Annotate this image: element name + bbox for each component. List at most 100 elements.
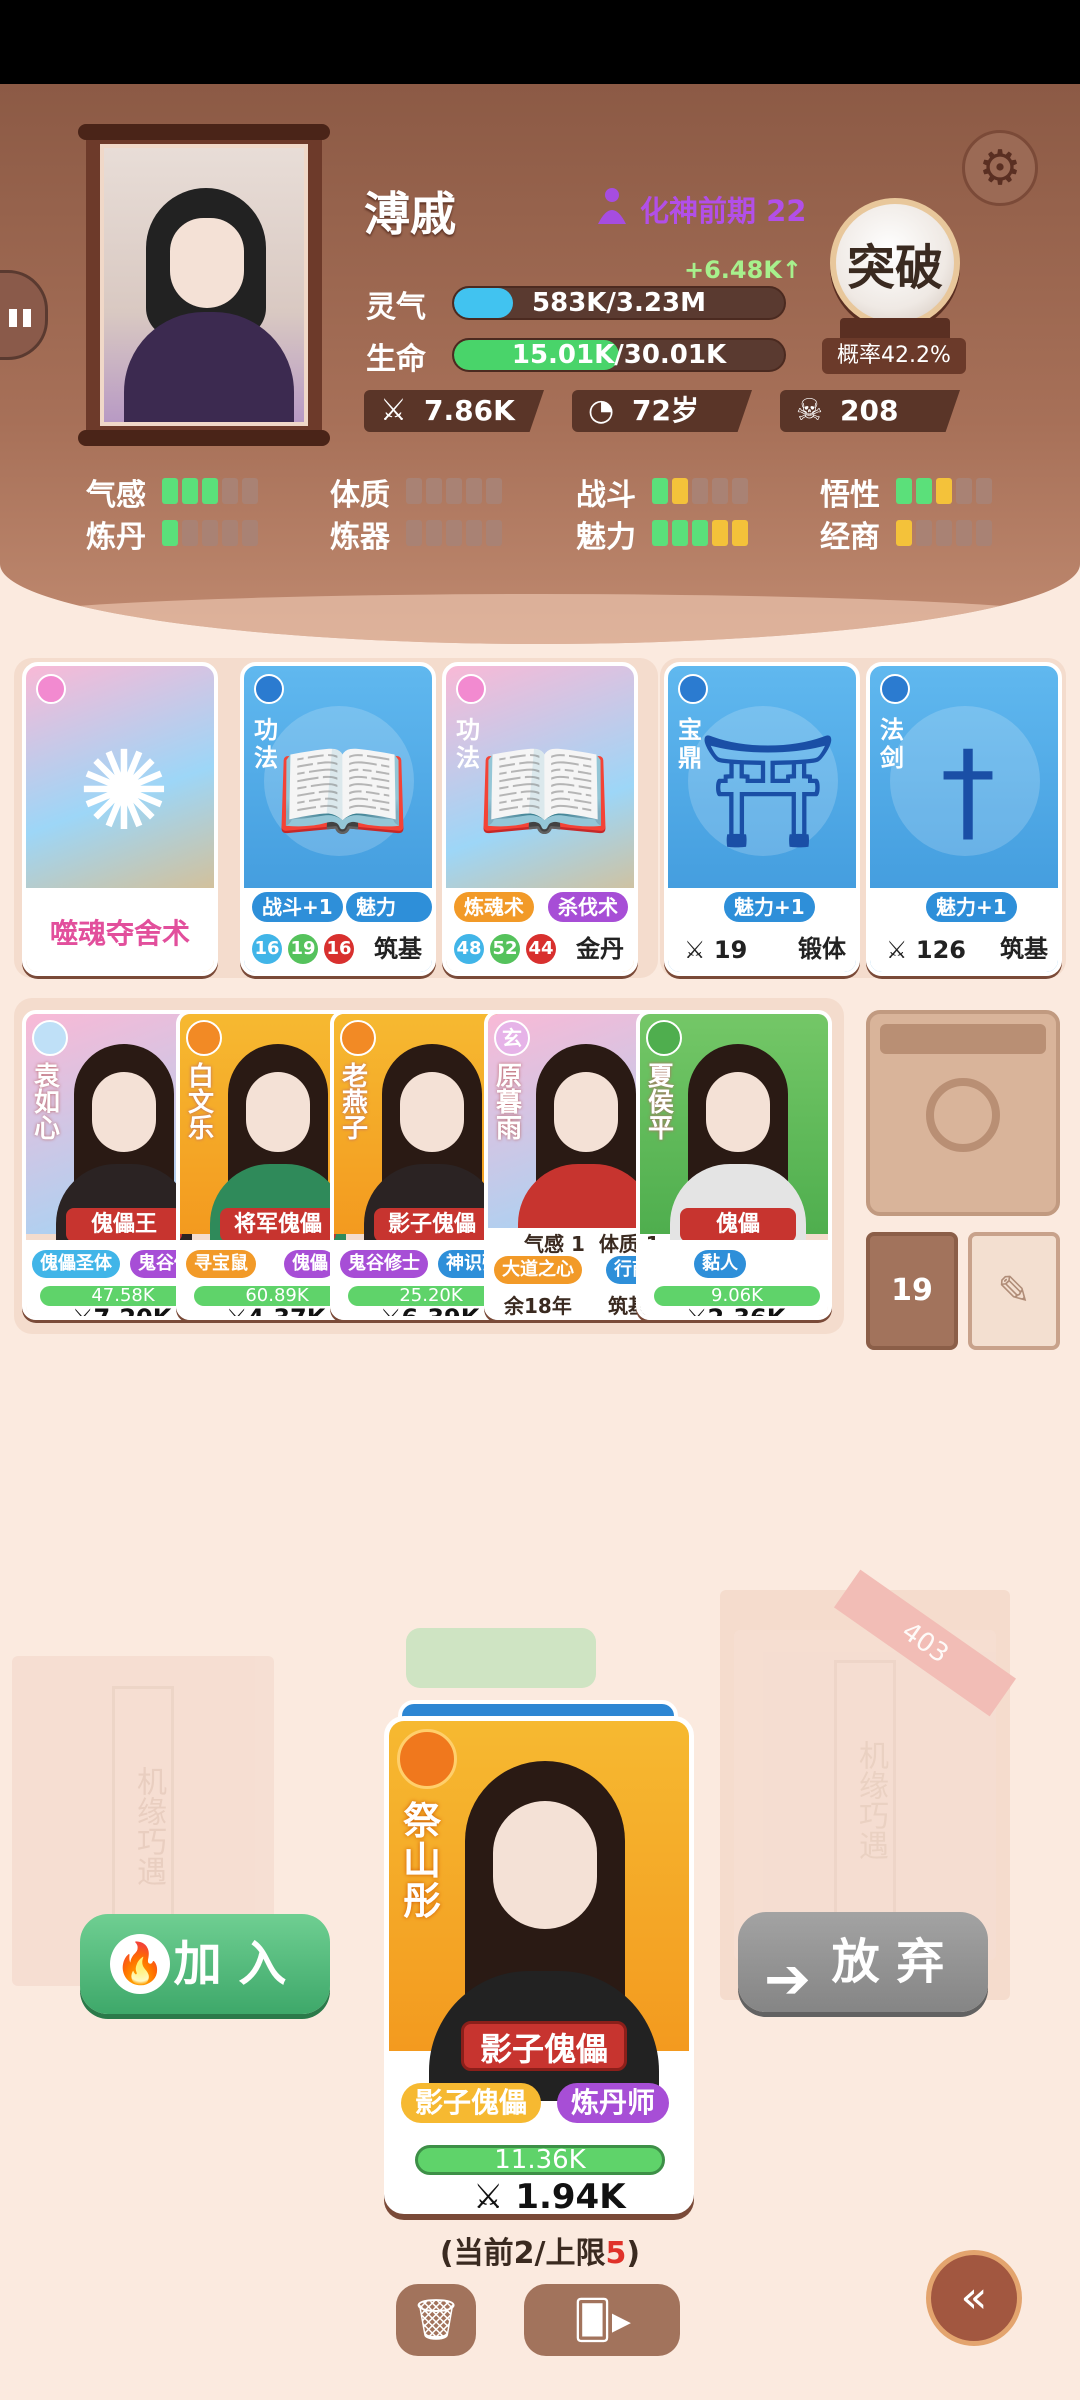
- arrow-right-icon: ➔: [764, 1947, 811, 2012]
- attribute-label: 战斗: [576, 478, 636, 513]
- equipment-card[interactable]: 宝鼎 ⛩ 魅力+1 ⚔ 19 锻体: [664, 662, 860, 976]
- attribute-pip: [486, 478, 502, 504]
- attribute-pip: [486, 520, 502, 546]
- skill-rank: 金丹: [576, 935, 624, 963]
- flame-icon: 🔥: [110, 1934, 170, 1994]
- card-limit: (当前2/上限5): [439, 2236, 641, 2271]
- spirit-gain: +6.48K↑: [684, 256, 803, 284]
- character-name: 白文乐: [188, 1062, 215, 1144]
- character-hp: 9.06K: [654, 1286, 820, 1306]
- breakthrough-rate: 概率42.2%: [822, 338, 966, 374]
- skill-card[interactable]: ✺ 噬魂夺舍术: [22, 662, 218, 976]
- breakthrough-button[interactable]: 突破: [830, 198, 960, 328]
- skill-name: 噬魂夺舍术: [49, 917, 190, 950]
- attribute-pip: [672, 520, 688, 546]
- character-power: ⚔7.20K: [72, 1304, 172, 1320]
- equipment-rank: 筑基: [1000, 935, 1048, 963]
- attribute-pip: [182, 520, 198, 546]
- attribute-pip: [976, 478, 992, 504]
- soul-flame-icon: ✺: [77, 727, 171, 855]
- draw-card[interactable]: 祭山彤 影子傀儡 影子傀儡 炼丹师 11.36K ⚔ 1.94K: [384, 1716, 694, 2214]
- character-role: 影子傀儡: [374, 1208, 490, 1242]
- skill-num: 16: [324, 934, 354, 964]
- character-card[interactable]: 夏侯平 傀儡 黏人 9.06K ⚔2.36K: [636, 1010, 832, 1320]
- card-name: 祭山彤: [403, 1799, 442, 1923]
- attribute-pip: [162, 520, 178, 546]
- equipment-tag: 魅力+1: [926, 892, 1017, 922]
- skill-card[interactable]: 功法 📖 炼魂术 杀伐术 48 52 44 金丹: [442, 662, 638, 976]
- character-power: ⚔6.39K: [380, 1304, 480, 1320]
- age-chip: ◔ 72岁: [572, 390, 752, 432]
- character-tag: 傀儡圣体: [32, 1250, 120, 1278]
- collapse-icon[interactable]: «: [926, 2250, 1022, 2346]
- attribute-pips: [652, 478, 748, 504]
- settings-gear-icon[interactable]: ⚙: [962, 130, 1038, 206]
- swords-icon: ⚔: [380, 393, 407, 428]
- skill-num: 48: [454, 934, 484, 964]
- character-name: 原暮雨: [496, 1062, 523, 1144]
- skill-tag: 魅力+1: [346, 892, 432, 949]
- attribute-pips: [406, 520, 502, 546]
- character-role: 将军傀儡: [220, 1208, 336, 1242]
- status-bar: [0, 0, 1080, 84]
- attribute-label: 悟性: [820, 478, 880, 513]
- character-tag: 傀儡: [284, 1250, 336, 1278]
- attribute-pip: [162, 478, 178, 504]
- attribute-pip: [222, 520, 238, 546]
- trash-icon[interactable]: 🗑: [396, 2284, 476, 2356]
- attribute-pip: [466, 478, 482, 504]
- attack-chip: ⚔ 7.86K: [364, 390, 544, 432]
- character-tag: 黏人: [694, 1250, 746, 1278]
- skill-num: 19: [288, 934, 318, 964]
- attribute-pip: [466, 520, 482, 546]
- cauldron-icon: ⛩: [698, 727, 838, 855]
- book-flame-icon: 📖: [274, 727, 411, 855]
- equipment-attack: ⚔ 19: [684, 936, 748, 964]
- character-tag: 寻宝鼠: [186, 1250, 256, 1278]
- attribute-pips: [406, 478, 502, 504]
- character-role: 傀儡: [680, 1208, 796, 1242]
- card-power: ⚔ 1.94K: [473, 2177, 626, 2214]
- attribute-pip: [446, 520, 462, 546]
- attribute-pips: [896, 520, 992, 546]
- card-deck-button[interactable]: 🂠▸: [524, 2284, 680, 2356]
- equipment-tag: 魅力+1: [724, 892, 815, 922]
- join-button[interactable]: 🔥 加 入: [80, 1914, 330, 2014]
- attribute-label: 炼器: [330, 520, 390, 555]
- attribute-pips: [162, 520, 258, 546]
- life-bar: 15.01K/30.01K: [452, 338, 786, 372]
- attribute-pip: [242, 478, 258, 504]
- equipment-card[interactable]: 法剑 † 魅力+1 ⚔ 126 筑基: [866, 662, 1062, 976]
- attribute-pip: [222, 478, 238, 504]
- attribute-pip: [242, 520, 258, 546]
- character-name: 袁如心: [34, 1062, 61, 1144]
- stacked-card: [406, 1628, 596, 1688]
- avatar: [100, 144, 308, 426]
- avatar-scroll[interactable]: [78, 124, 330, 446]
- hourglass-icon: ◔: [588, 393, 615, 428]
- attribute-pip: [896, 478, 912, 504]
- skill-card[interactable]: 功法 📖 战斗+1 魅力+1 16 19 16 筑基: [240, 662, 436, 976]
- skill-rank: 筑基: [374, 935, 422, 963]
- card-role: 影子傀儡: [461, 2021, 627, 2071]
- character-role: 傀儡王: [66, 1208, 182, 1242]
- attribute-label: 体质: [330, 478, 390, 513]
- discard-button[interactable]: ➔ 放 弃: [738, 1912, 988, 2012]
- item-count[interactable]: 19: [866, 1232, 958, 1350]
- sword-icon: †: [940, 727, 996, 855]
- skill-tag: 战斗+1: [252, 892, 343, 922]
- scroll-icon[interactable]: ✎: [968, 1232, 1060, 1350]
- attribute-pip: [652, 478, 668, 504]
- attribute-label: 炼丹: [86, 520, 146, 555]
- attribute-pip: [712, 520, 728, 546]
- skill-num: 16: [252, 934, 282, 964]
- attribute-pip: [406, 478, 422, 504]
- kills-chip: ☠ 208: [780, 390, 960, 432]
- shrine-button[interactable]: [866, 1010, 1060, 1216]
- attribute-pip: [182, 478, 198, 504]
- attribute-pip: [712, 478, 728, 504]
- attribute-pip: [976, 520, 992, 546]
- attribute-label: 魅力: [576, 520, 636, 555]
- attribute-pip: [202, 520, 218, 546]
- attribute-pip: [896, 520, 912, 546]
